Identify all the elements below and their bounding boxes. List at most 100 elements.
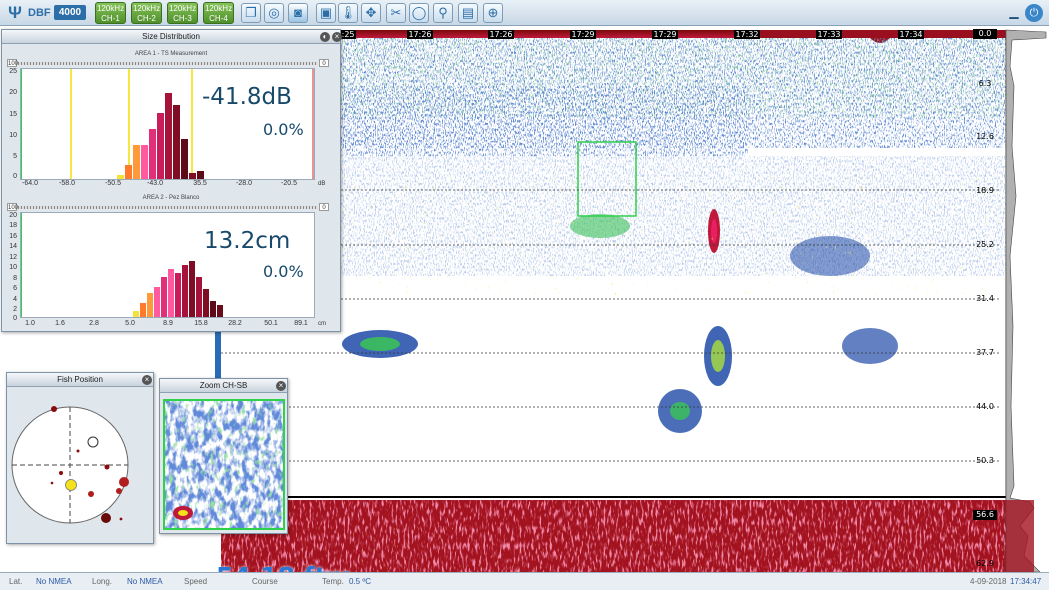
- y-tick: 6: [13, 285, 17, 292]
- channel-button-4[interactable]: 120kHz CH-4: [203, 2, 234, 24]
- long-value: No NMEA: [127, 577, 163, 586]
- y-tick: 4: [13, 296, 17, 303]
- area2-scale-left: 100: [7, 203, 19, 211]
- target-icon[interactable]: ◎: [264, 3, 284, 23]
- fish-position-plot[interactable]: [7, 387, 153, 543]
- crosshair-move-icon[interactable]: ✥: [361, 3, 381, 23]
- x-tick: 1.0: [25, 320, 35, 327]
- histogram-bar: [168, 269, 174, 317]
- area2-bars: [133, 261, 223, 317]
- y-tick: 0: [13, 173, 17, 180]
- close-icon[interactable]: ×: [276, 381, 286, 391]
- thermometer-icon[interactable]: 🌡: [338, 3, 358, 23]
- x-tick: 8.9: [163, 320, 173, 327]
- zoom-panel[interactable]: Zoom CH-SB ×: [159, 378, 288, 534]
- time-label: 17:34:47: [1010, 577, 1042, 586]
- x-tick: 5.0: [125, 320, 135, 327]
- histogram-bar: [197, 171, 204, 179]
- y-tick: 2: [13, 306, 17, 313]
- monitor-icon[interactable]: ▣: [316, 3, 336, 23]
- area2-scale-right: 0: [319, 203, 329, 211]
- area2-value: 13.2cm: [204, 228, 291, 254]
- histogram-bar: [210, 301, 216, 317]
- histogram-bar: [175, 273, 181, 317]
- area1-label: AREA 1 - TS Measurement: [134, 51, 208, 57]
- area1-slider-track[interactable]: [18, 62, 318, 65]
- temp-label: Temp.: [322, 577, 344, 586]
- area2-label: AREA 2 - Pez Blanco: [142, 195, 200, 201]
- y-tick: 20: [9, 89, 17, 96]
- x-tick: 28.2: [228, 320, 242, 327]
- depth-label: 56.6: [973, 510, 997, 520]
- histogram-bar: [125, 165, 132, 179]
- radar-icon[interactable]: ⊕: [483, 3, 503, 23]
- speed-label: Speed: [184, 577, 208, 586]
- date-label: 4-09-2018: [970, 577, 1007, 586]
- fish-dot: [119, 517, 123, 521]
- fish-school-core: [360, 337, 400, 351]
- minimize-button[interactable]: ▁: [1007, 4, 1021, 20]
- x-tick: -43.0: [147, 180, 163, 187]
- power-button[interactable]: ⏻: [1025, 4, 1043, 22]
- histogram-bar: [147, 293, 153, 317]
- fish-school-core: [711, 340, 725, 372]
- fish-dot: [116, 488, 122, 494]
- area2-slider-track[interactable]: [18, 206, 318, 209]
- histogram-bar: [165, 93, 172, 179]
- histogram-bar: [182, 265, 188, 317]
- fish-dot: [59, 471, 63, 475]
- time-label: 17:33: [816, 30, 842, 39]
- temp-value: 0.5 ºC: [349, 577, 372, 586]
- channel-freq: 120kHz: [168, 4, 197, 13]
- close-icon[interactable]: ×: [332, 32, 342, 42]
- brand-name: DBF: [28, 7, 51, 19]
- channel-name: CH-1: [101, 14, 120, 23]
- fish-dot: [50, 481, 54, 485]
- x-unit: dB: [318, 181, 326, 187]
- depth-label: 44.0: [976, 402, 994, 411]
- channel-button-2[interactable]: 120kHz CH-2: [131, 2, 162, 24]
- y-tick: 20: [9, 212, 17, 219]
- histogram-bar: [154, 287, 160, 317]
- channel-button-1[interactable]: 120kHz CH-1: [95, 2, 126, 24]
- histogram-bar: [140, 303, 146, 317]
- fish-position-panel[interactable]: Fish Position ×: [6, 372, 154, 544]
- time-label: 17:26: [407, 30, 433, 39]
- chart-icon[interactable]: ▤: [458, 3, 478, 23]
- size-distribution-panel[interactable]: Size Distribution ◐ × AREA 1 - TS Measur…: [1, 29, 342, 332]
- histogram-bar: [117, 175, 124, 179]
- depth-label: 6.3: [978, 79, 992, 88]
- x-tick: 1.6: [55, 320, 65, 327]
- x-tick: -58.0: [59, 180, 75, 187]
- ring-icon[interactable]: ◯: [409, 3, 429, 23]
- x-tick: -20.5: [281, 180, 297, 187]
- depth-label: 18.9: [976, 186, 994, 195]
- y-tick: 25: [9, 68, 17, 75]
- x-tick: -50.5: [105, 180, 121, 187]
- area1-scale-right: 0: [319, 59, 329, 67]
- camera-icon[interactable]: ◙: [288, 3, 308, 23]
- panel-title: Fish Position: [7, 373, 153, 387]
- depth-label: 50.3: [976, 456, 994, 465]
- channel-freq: 120kHz: [96, 4, 125, 13]
- histogram-bar: [157, 113, 164, 179]
- fish-dot: [101, 513, 111, 523]
- tools-icon[interactable]: ✂: [386, 3, 406, 23]
- course-label: Course: [252, 577, 278, 586]
- depth-label: 62.9: [976, 559, 994, 568]
- y-tick: 14: [9, 243, 17, 250]
- channel-button-3[interactable]: 120kHz CH-3: [167, 2, 198, 24]
- panel-title: Size Distribution: [2, 30, 340, 44]
- zoom-view[interactable]: [163, 399, 285, 530]
- fish-dot: [119, 477, 129, 487]
- time-label: 17:29: [652, 30, 678, 39]
- scatter-highlights: [338, 176, 1006, 296]
- zoom-target-core: [178, 510, 188, 516]
- panel-minimize-icon[interactable]: ◐: [320, 32, 330, 42]
- trident-logo-icon: Ψ: [8, 3, 22, 22]
- windows-icon[interactable]: ❐: [241, 3, 261, 23]
- close-icon[interactable]: ×: [142, 375, 152, 385]
- search-icon[interactable]: ⚲: [433, 3, 453, 23]
- histogram-bar: [203, 289, 209, 317]
- x-tick: -64.0: [22, 180, 38, 187]
